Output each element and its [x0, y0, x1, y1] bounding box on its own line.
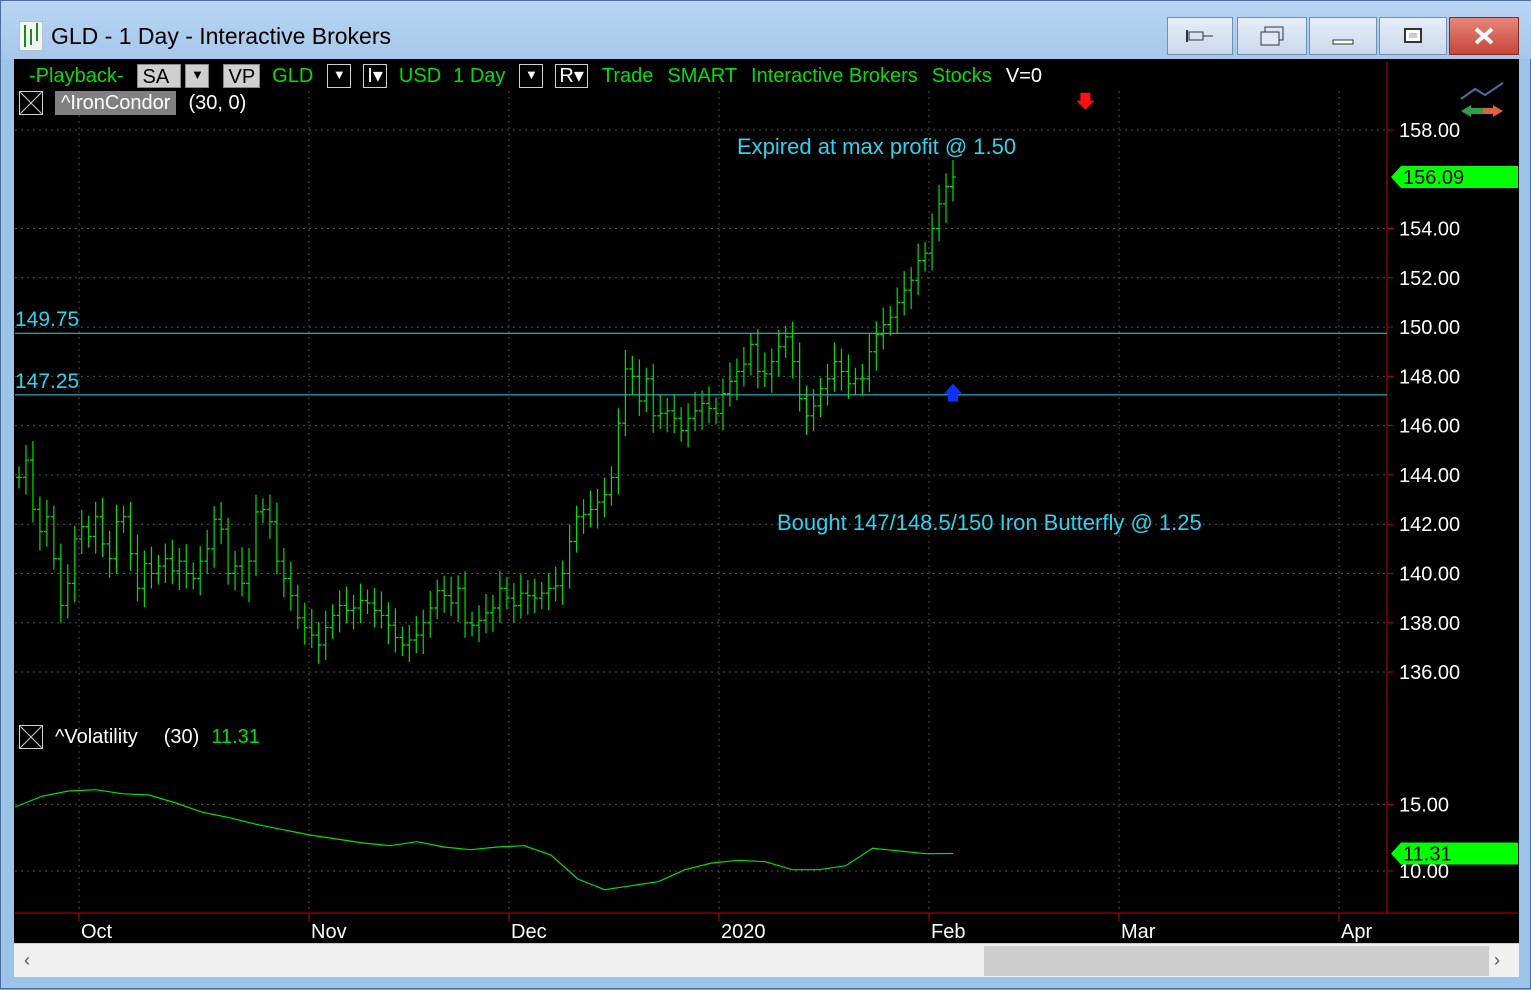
strike-line-label: 149.75	[15, 308, 79, 331]
r-label: R	[559, 65, 574, 87]
time-tick-label: Nov	[311, 921, 347, 943]
horizontal-scrollbar[interactable]: ‹ ›	[14, 943, 1519, 977]
buy-annotation: Bought 147/148.5/150 Iron Butterfly @ 1.…	[777, 510, 1202, 535]
sell-annotation: Expired at max profit @ 1.50	[737, 134, 1016, 159]
scroll-right-icon[interactable]: ›	[1494, 950, 1500, 971]
vol-study-row: ^Volatility (30) 11.31	[19, 723, 260, 751]
route-label[interactable]: SMART	[667, 65, 737, 88]
price-tick-label: 142.00	[1399, 514, 1460, 536]
time-tick-label: Feb	[931, 921, 965, 943]
vol-study-params: (30)	[163, 725, 200, 748]
trend-toggle-icon[interactable]	[1459, 81, 1509, 121]
symbol-label[interactable]: GLD	[272, 65, 313, 88]
interval-dropdown[interactable]: ▼	[519, 64, 544, 88]
price-tick-label: 140.00	[1399, 563, 1460, 585]
price-tick-label: 152.00	[1399, 268, 1460, 290]
asset-label[interactable]: Stocks	[932, 65, 992, 88]
i-dropdown[interactable]: I▾	[363, 64, 387, 88]
price-tick-label: 158.00	[1399, 120, 1460, 142]
r-dropdown[interactable]: R▾	[555, 64, 588, 88]
vol-study-close-icon[interactable]	[19, 725, 43, 749]
buy-arrow-icon	[943, 383, 962, 402]
last-vol-label: 11.31	[1403, 844, 1452, 866]
currency-label: USD	[398, 64, 442, 87]
price-tick-label: 150.00	[1399, 317, 1460, 339]
price-study-row: ^IronCondor (30, 0)	[19, 89, 246, 117]
time-tick-label: 2020	[721, 921, 766, 943]
chart-toolbar: -Playback- SA ▼ VP GLD ▼ I▾ USD 1 Day ▼ …	[15, 62, 1042, 90]
vol-tick-label: 15.00	[1399, 794, 1449, 816]
price-study-params: (30, 0)	[188, 91, 247, 114]
price-tick-label: 154.00	[1399, 219, 1460, 241]
sa-button[interactable]: SA	[137, 64, 182, 88]
price-tick-label: 136.00	[1399, 662, 1460, 684]
time-tick-label: Oct	[81, 921, 113, 943]
price-tick-label: 146.00	[1399, 416, 1460, 438]
app-window: GLD - 1 Day - Interactive Brokers 158.00…	[0, 0, 1531, 989]
price-study-close-icon[interactable]	[19, 91, 43, 115]
volume-label: V=0	[1005, 64, 1042, 87]
strike-line-label: 147.25	[15, 370, 79, 393]
trade-button[interactable]: Trade	[602, 65, 654, 88]
scroll-thumb[interactable]	[984, 946, 1489, 976]
price-chart[interactable]: 158.00 154.00 152.00 150.00 148.00 146.00 144.…	[1, 1, 1531, 990]
time-tick-label: Mar	[1121, 921, 1156, 943]
time-tick-label: Apr	[1341, 921, 1372, 943]
vp-button[interactable]: VP	[223, 64, 261, 88]
symbol-dropdown[interactable]: ▼	[327, 64, 352, 88]
playback-label[interactable]: -Playback-	[29, 65, 123, 88]
sa-dropdown[interactable]: ▼	[185, 64, 210, 88]
price-tick-label: 148.00	[1399, 366, 1460, 388]
vol-study-name[interactable]: ^Volatility	[55, 726, 138, 749]
price-study-name[interactable]: ^IronCondor	[55, 91, 177, 115]
interval-label[interactable]: 1 Day	[453, 65, 505, 88]
i-label: I	[367, 65, 373, 87]
vol-study-value: 11.31	[211, 725, 260, 748]
price-tick-label: 144.00	[1399, 465, 1460, 487]
time-tick-label: Dec	[511, 921, 547, 943]
last-price-label: 156.09	[1403, 167, 1464, 189]
broker-label[interactable]: Interactive Brokers	[751, 65, 918, 88]
sell-arrow-icon	[1076, 92, 1095, 110]
price-tick-label: 138.00	[1399, 613, 1460, 635]
scroll-left-icon[interactable]: ‹	[24, 950, 30, 971]
